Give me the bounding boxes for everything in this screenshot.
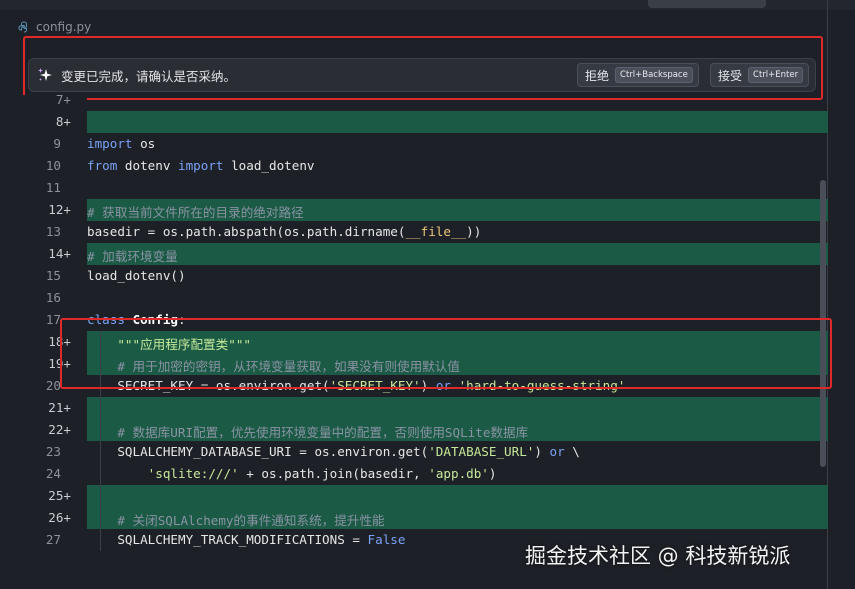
code-text: SQLALCHEMY_TRACK_MODIFICATIONS = False bbox=[87, 532, 406, 547]
line-number: 23 bbox=[45, 444, 61, 459]
top-tab-bar bbox=[0, 0, 855, 10]
code-line[interactable]: 24 'sqlite:///' + os.path.join(basedir, … bbox=[0, 463, 828, 485]
code-line[interactable]: 10 from dotenv import load_dotenv bbox=[0, 155, 828, 177]
code-line[interactable]: 22+ # 数据库URI配置，优先使用环境变量中的配置，否则使用SQLite数据… bbox=[0, 419, 828, 441]
breadcrumb[interactable]: config.py bbox=[18, 18, 91, 36]
active-tab[interactable] bbox=[648, 0, 766, 8]
line-number: 26+ bbox=[48, 510, 71, 525]
highlight-box-banner bbox=[23, 36, 823, 100]
code-text: # 获取当前文件所在的目录的绝对路径 bbox=[87, 205, 304, 220]
code-line[interactable]: 16 bbox=[0, 287, 828, 309]
code-text: from dotenv import load_dotenv bbox=[87, 158, 315, 173]
code-text: load_dotenv() bbox=[87, 268, 186, 283]
line-number: 21+ bbox=[48, 400, 71, 415]
line-number: 9 bbox=[53, 136, 61, 151]
code-line[interactable]: 14+ # 加载环境变量 bbox=[0, 243, 828, 265]
line-number: 25+ bbox=[48, 488, 71, 503]
watermark: 掘金技术社区 @ 科技新锐派 bbox=[525, 544, 791, 568]
code-line[interactable]: 21+ bbox=[0, 397, 828, 419]
code-line[interactable]: 15 load_dotenv() bbox=[0, 265, 828, 287]
code-text: import os bbox=[87, 136, 156, 151]
code-line[interactable]: 11 bbox=[0, 177, 828, 199]
line-number: 20 bbox=[45, 378, 61, 393]
line-number: 10 bbox=[45, 158, 61, 173]
code-line[interactable]: 23 SQLALCHEMY_DATABASE_URI = os.environ.… bbox=[0, 441, 828, 463]
code-line[interactable]: 12+ # 获取当前文件所在的目录的绝对路径 bbox=[0, 199, 828, 221]
python-file-icon bbox=[18, 21, 27, 33]
line-number: 12+ bbox=[48, 202, 71, 217]
code-line[interactable]: 7+ bbox=[0, 95, 828, 111]
code-line[interactable]: 8+ bbox=[0, 111, 828, 133]
line-number: 16 bbox=[45, 290, 61, 305]
line-number: 22+ bbox=[48, 422, 71, 437]
line-number: 7+ bbox=[55, 95, 71, 107]
line-number: 11 bbox=[45, 180, 61, 195]
code-text: # 加载环境变量 bbox=[87, 249, 178, 264]
line-number: 17 bbox=[45, 312, 61, 327]
line-number: 8+ bbox=[55, 114, 71, 129]
line-number: 24 bbox=[45, 466, 61, 481]
code-line[interactable]: 26+ # 关闭SQLAlchemy的事件通知系统，提升性能 bbox=[0, 507, 828, 529]
code-text: # 数据库URI配置，优先使用环境变量中的配置，否则使用SQLite数据库 bbox=[117, 425, 529, 440]
code-text: basedir = os.path.abspath(os.path.dirnam… bbox=[87, 224, 482, 239]
code-line[interactable]: 13 basedir = os.path.abspath(os.path.dirn… bbox=[0, 221, 828, 243]
code-text: 'sqlite:///' + os.path.join(basedir, 'ap… bbox=[147, 466, 497, 481]
line-number: 13 bbox=[45, 224, 61, 239]
code-line[interactable]: 9 import os bbox=[0, 133, 828, 155]
line-number: 14+ bbox=[48, 246, 71, 261]
code-line[interactable]: 25+ bbox=[0, 485, 828, 507]
code-text: SQLALCHEMY_DATABASE_URI = os.environ.get… bbox=[87, 444, 580, 459]
highlight-box-class bbox=[60, 318, 832, 389]
file-name: config.py bbox=[36, 20, 92, 34]
line-number: 27 bbox=[45, 532, 61, 547]
line-number: 15 bbox=[45, 268, 61, 283]
code-text: # 关闭SQLAlchemy的事件通知系统，提升性能 bbox=[117, 513, 385, 528]
